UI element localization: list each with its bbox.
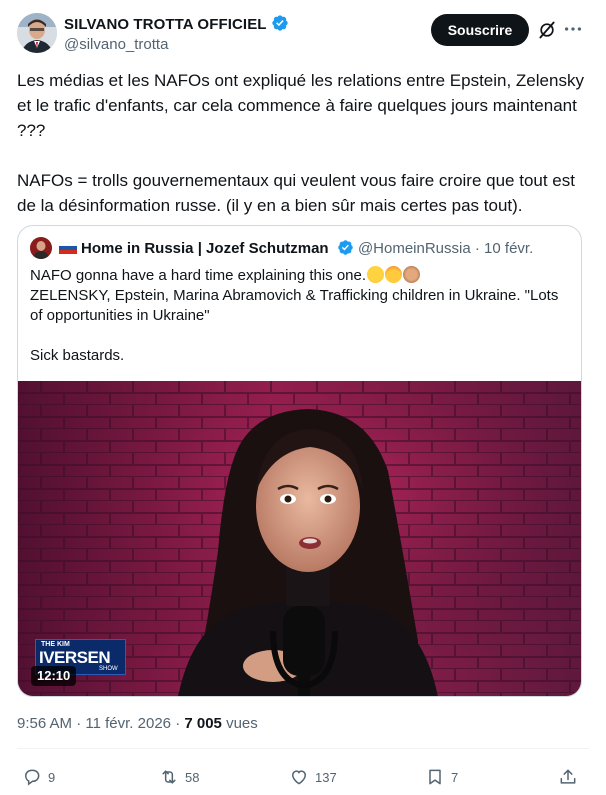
author-handle[interactable]: @silvano_trotta <box>64 36 168 53</box>
tweet-time[interactable]: 9:56 AM <box>17 715 72 732</box>
reply-icon <box>24 769 40 786</box>
bookmark-button[interactable]: 7 <box>425 765 458 789</box>
like-button[interactable]: 137 <box>289 765 337 789</box>
author-avatar[interactable] <box>17 13 57 53</box>
author-name[interactable]: SILVANO TROTTA OFFICIEL <box>64 14 289 33</box>
quote-author-handle[interactable]: @HomeinRussia <box>358 240 471 257</box>
astonished-face-emoji <box>367 266 385 283</box>
views-label: vues <box>226 715 258 732</box>
logo-sub-text: SHOW <box>99 666 118 672</box>
views-count: 7 005 <box>184 715 222 732</box>
more-options-icon[interactable] <box>562 18 584 40</box>
see-no-evil-monkey-emoji <box>403 266 421 283</box>
heart-icon <box>291 770 307 785</box>
repost-count: 58 <box>185 769 200 785</box>
tweet-text: Les médias et les NAFOs ont expliqué les… <box>17 68 587 218</box>
bookmark-count: 7 <box>451 769 459 785</box>
video-player[interactable]: THE KIM IVERSEN SHOW 12:10 <box>18 381 581 696</box>
quote-author-avatar[interactable] <box>30 237 52 259</box>
share-button[interactable] <box>558 765 578 789</box>
bookmark-icon <box>429 769 441 785</box>
grok-icon[interactable] <box>537 20 557 40</box>
tweet-meta: 9:56 AM · 11 févr. 2026 · 7 005 vues <box>17 715 258 732</box>
verified-badge-icon <box>271 15 288 31</box>
exploding-head-emoji <box>385 266 403 283</box>
tweet-date[interactable]: 11 févr. 2026 <box>85 715 171 732</box>
quote-text: NAFO gonna have a hard time explaining t… <box>30 266 570 366</box>
logo-small-text: THE KIM <box>41 641 70 648</box>
tweet-paragraph: Les médias et les NAFOs ont expliqué les… <box>17 71 584 140</box>
meta-separator: · <box>76 715 82 732</box>
quote-line: NAFO gonna have a hard time explaining t… <box>30 266 570 326</box>
reply-button[interactable]: 9 <box>22 765 55 789</box>
author-name-text[interactable]: SILVANO TROTTA OFFICIEL <box>64 16 267 33</box>
russian-flag-icon <box>59 242 77 254</box>
quote-header: Home in Russia | Jozef Schutzman @Homein… <box>59 239 533 257</box>
verified-badge-icon <box>338 240 353 255</box>
subscribe-button[interactable]: Souscrire <box>431 14 529 46</box>
quoted-tweet[interactable]: Home in Russia | Jozef Schutzman @Homein… <box>17 225 582 697</box>
like-count: 137 <box>315 769 337 785</box>
logo-main-text: IVERSEN <box>39 648 111 667</box>
quote-line2-text: ZELENSKY, Epstein, Marina Abramovich & T… <box>30 287 559 324</box>
video-duration: 12:10 <box>31 666 77 686</box>
reply-count: 9 <box>48 769 56 785</box>
quote-date[interactable]: 10 févr. <box>484 240 533 257</box>
quote-line1-text: NAFO gonna have a hard time explaining t… <box>30 267 367 284</box>
quote-separator: · <box>474 240 480 257</box>
quote-author-name[interactable]: Home in Russia | Jozef Schutzman <box>81 240 329 257</box>
tweet-paragraph: NAFOs = trolls gouvernementaux qui veule… <box>17 171 575 215</box>
repost-button[interactable]: 58 <box>159 765 199 789</box>
meta-separator: · <box>175 715 181 732</box>
repost-icon <box>162 770 176 784</box>
share-icon <box>560 769 576 784</box>
quote-line: Sick bastards. <box>30 347 125 364</box>
divider <box>17 748 589 749</box>
